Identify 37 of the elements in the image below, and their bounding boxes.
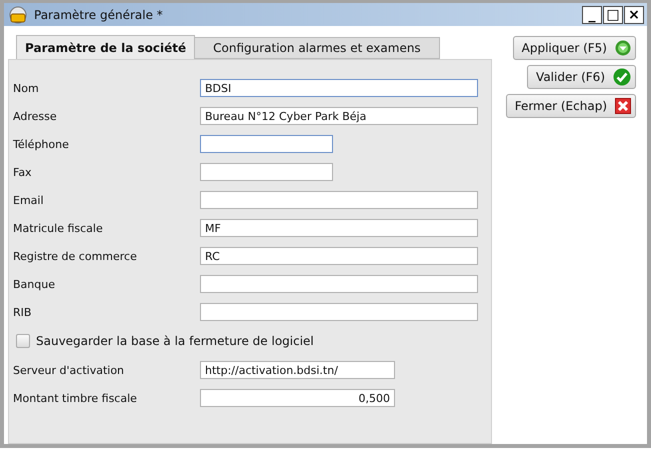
window-title: Paramètre générale *	[34, 8, 164, 22]
tab[interactable]: Configuration alarmes et examens	[194, 37, 440, 59]
field-label: Téléphone	[13, 138, 70, 150]
down-arrow-icon	[615, 40, 631, 56]
input-field[interactable]	[200, 191, 478, 209]
input-field[interactable]	[200, 275, 478, 293]
input-field[interactable]	[200, 163, 333, 181]
field-label: Fax	[13, 166, 33, 178]
field-label: Nom	[13, 82, 40, 94]
checkbox-label: Sauvegarder la base à la fermeture de logiciel	[36, 334, 314, 348]
validate-button[interactable]: Valider (F6)	[527, 65, 636, 89]
apply-button[interactable]: Appliquer (F5)	[512, 36, 636, 60]
input-field[interactable]: http://activation.bdsi.tn/	[200, 361, 395, 379]
close-button[interactable]: Fermer (Echap)	[506, 94, 636, 118]
field-label: Email	[13, 194, 45, 206]
field-label: Registre de commerce	[13, 250, 138, 262]
input-field[interactable]: 0,500	[200, 389, 395, 407]
close-icon	[615, 98, 631, 114]
input-field[interactable]: MF	[200, 219, 478, 237]
window-control-button[interactable]: _	[582, 6, 602, 24]
window-control-button[interactable]: ×	[624, 6, 644, 24]
field-label: Matricule fiscale	[13, 222, 104, 234]
input-field[interactable]: BDSI	[200, 79, 478, 97]
field-label: Serveur d'activation	[13, 364, 126, 376]
field-label: Adresse	[13, 110, 58, 122]
check-icon	[613, 68, 631, 86]
input-field[interactable]	[200, 303, 478, 321]
tab[interactable]: Paramètre de la société	[16, 35, 196, 59]
input-field[interactable]	[200, 135, 333, 153]
input-field[interactable]: RC	[200, 247, 478, 265]
app-icon	[8, 6, 28, 24]
input-field[interactable]: Bureau N°12 Cyber Park Béja	[200, 107, 478, 125]
field-label: Banque	[13, 278, 56, 290]
field-label: Montant timbre fiscale	[13, 392, 138, 404]
checkbox[interactable]	[16, 334, 30, 348]
field-label: RIB	[13, 306, 32, 318]
window-control-button[interactable]: □	[603, 6, 623, 24]
